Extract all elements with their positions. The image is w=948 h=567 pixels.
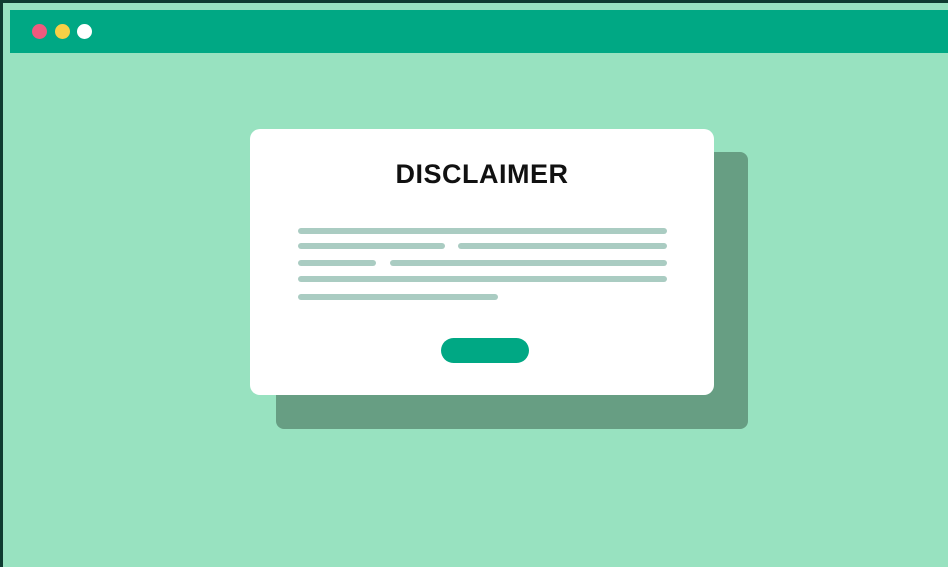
window-titlebar	[10, 10, 948, 53]
placeholder-text-line	[458, 243, 667, 249]
disclaimer-dialog: DISCLAIMER	[250, 129, 714, 395]
close-dot-icon[interactable]	[32, 24, 47, 39]
placeholder-text-line	[298, 243, 445, 249]
dialog-title: DISCLAIMER	[395, 159, 569, 189]
placeholder-text-line	[298, 260, 376, 266]
maximize-dot-icon[interactable]	[77, 24, 92, 39]
placeholder-text-line	[390, 260, 667, 266]
placeholder-text-line	[298, 294, 498, 300]
placeholder-text-line	[298, 228, 667, 234]
confirm-button[interactable]	[441, 338, 529, 363]
minimize-dot-icon[interactable]	[55, 24, 70, 39]
placeholder-text-line	[298, 276, 667, 282]
